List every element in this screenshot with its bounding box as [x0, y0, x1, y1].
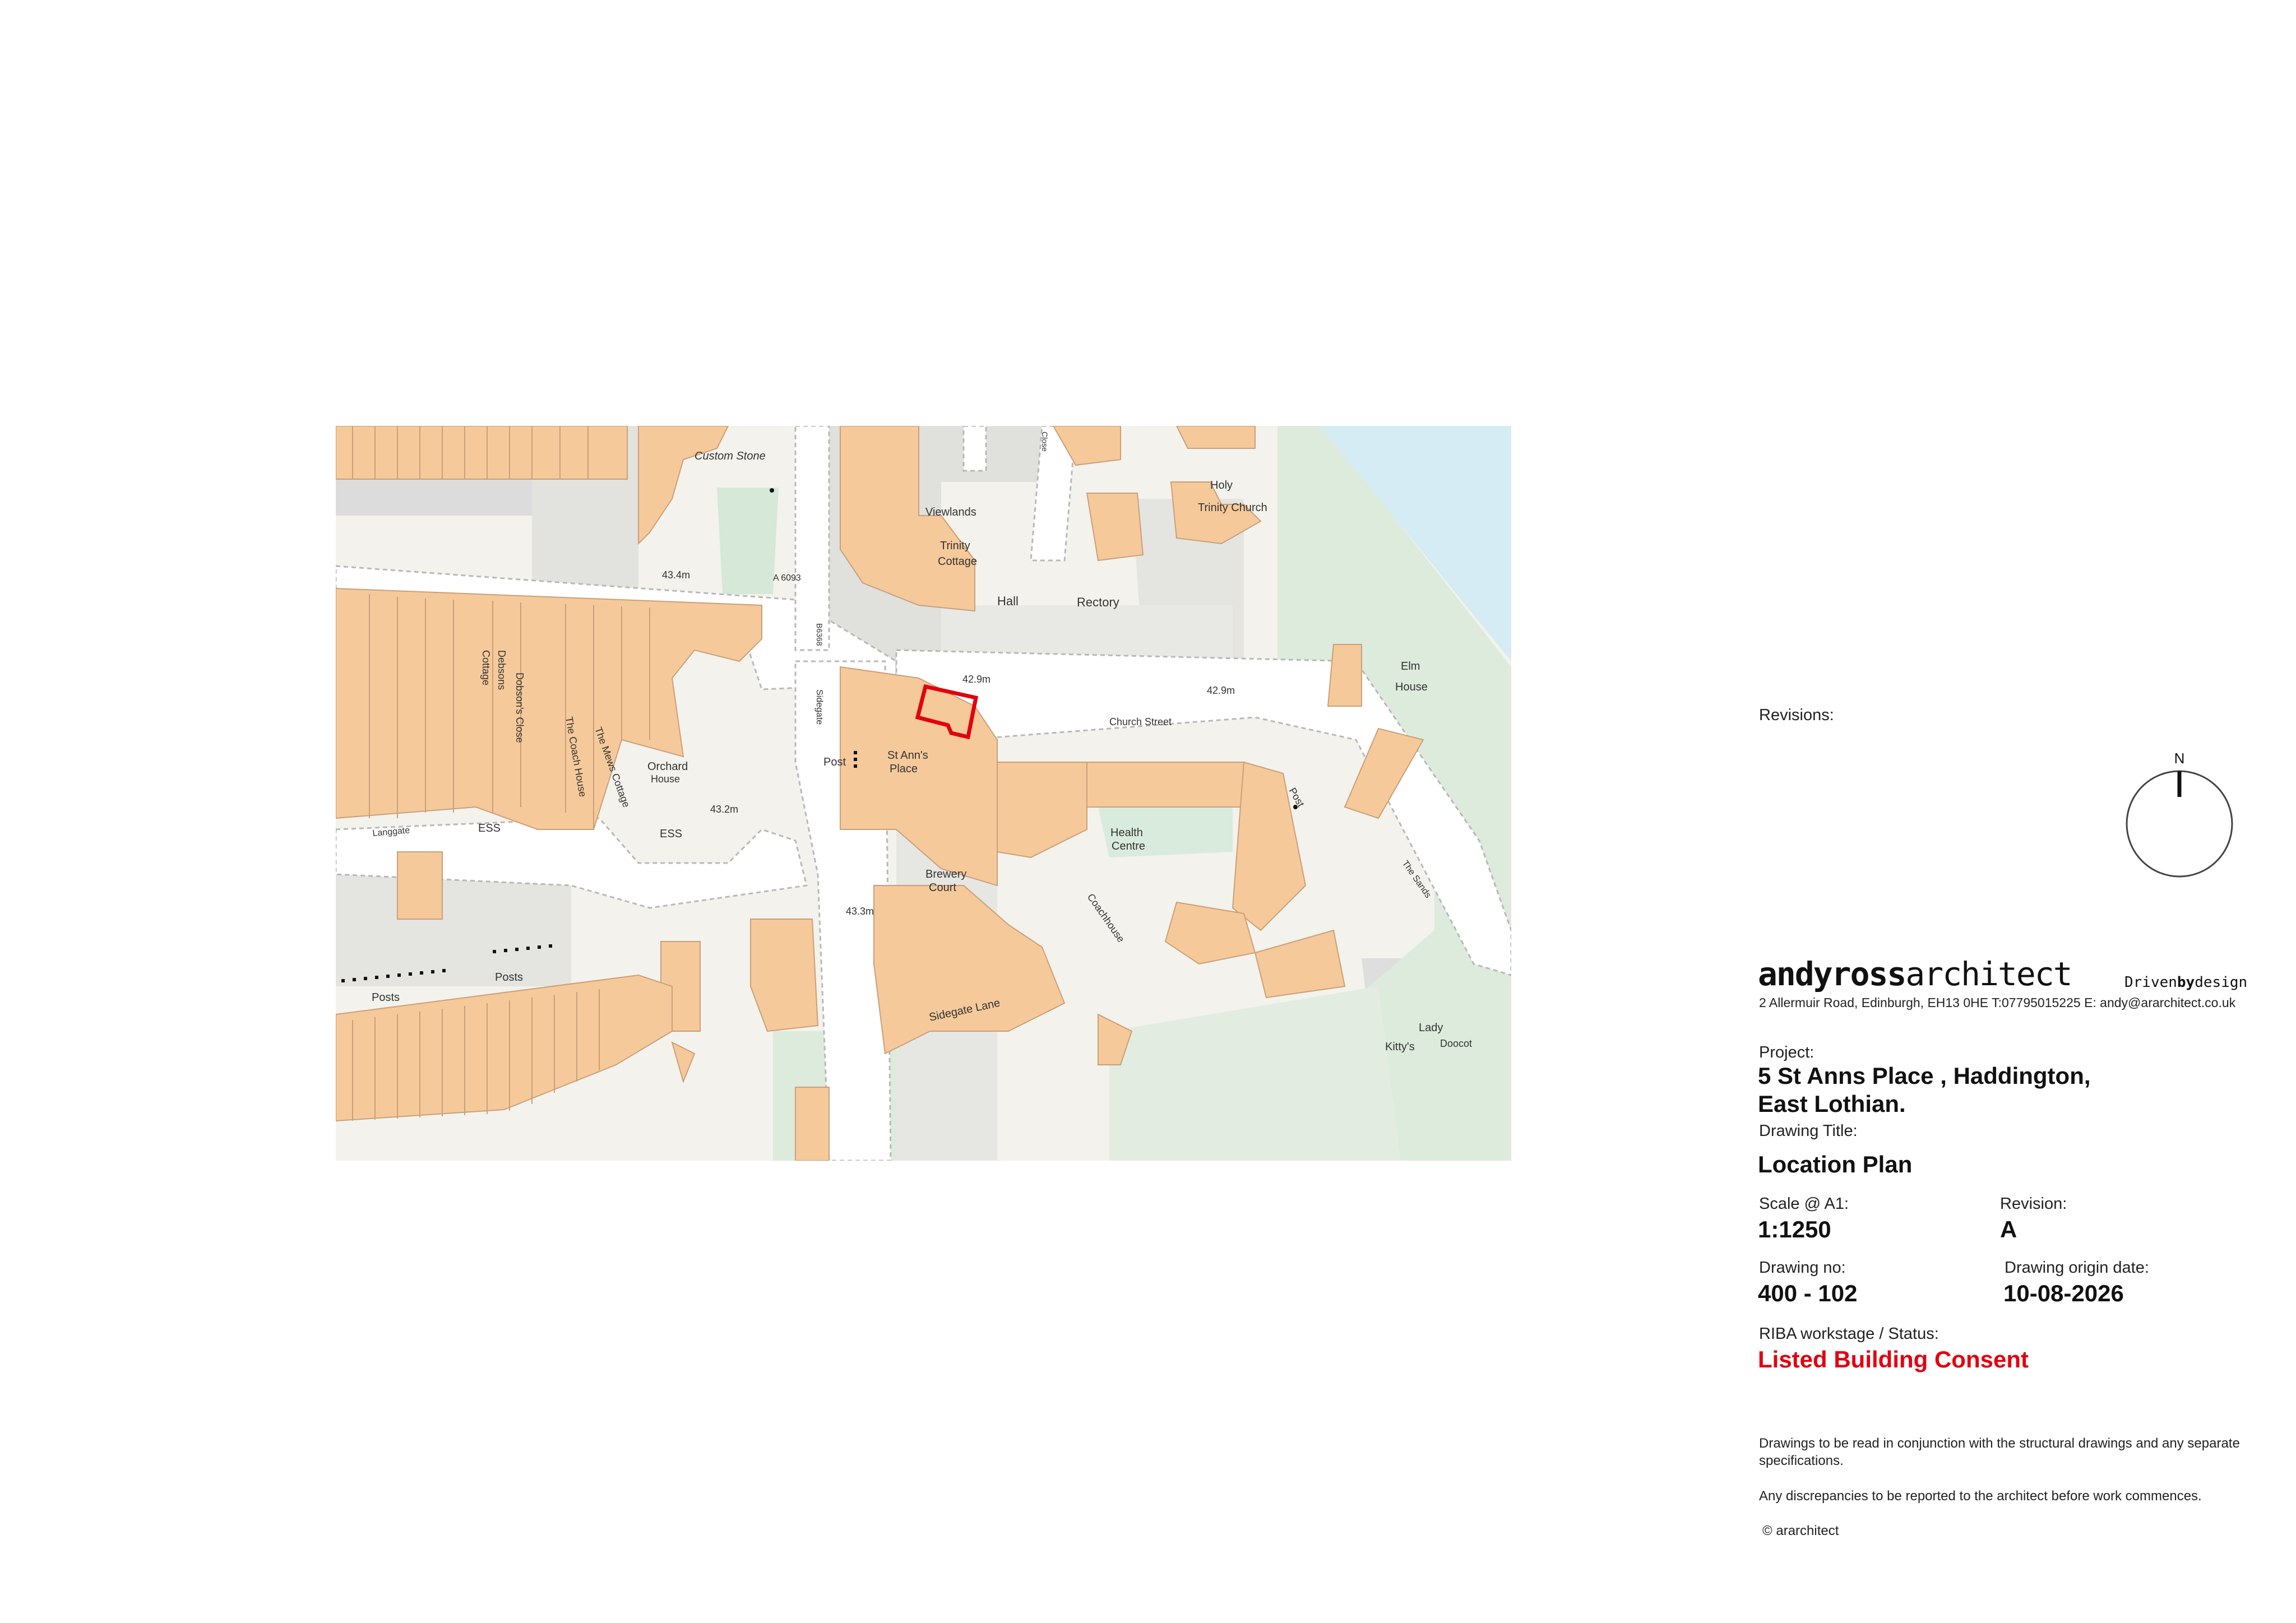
north-label: N — [2174, 751, 2185, 767]
tagline-by: by — [2177, 974, 2195, 991]
label-centre: Centre — [1112, 840, 1145, 852]
label-cottage: Cottage — [938, 555, 977, 568]
label-hall: Hall — [997, 594, 1019, 608]
label-trinity-church: Trinity Church — [1198, 502, 1267, 514]
label-kittys: Kitty's — [1385, 1041, 1415, 1053]
label-place: Place — [890, 763, 918, 775]
label-b6368: B6368 — [815, 623, 824, 646]
label-sidegate: Sidegate — [814, 689, 824, 725]
label-health: Health — [1110, 827, 1143, 839]
brand-tagline: Drivenbydesign — [2124, 974, 2247, 991]
label-orchard-house: House — [651, 773, 680, 785]
brand-light: architect — [1905, 955, 2072, 993]
label-level-432: 43.2m — [710, 804, 738, 815]
revision-label: Revision: — [2000, 1195, 2067, 1213]
label-level-433: 43.3m — [846, 906, 874, 917]
label-debsons: Debsons — [496, 650, 507, 690]
project-line2: East Lothian. — [1758, 1091, 1906, 1117]
scale-value: 1:1250 — [1758, 1216, 1831, 1242]
address-line: 2 Allermuir Road, Edinburgh, EH13 0HE T:… — [1759, 995, 2236, 1010]
note-structural: Drawings to be read in conjunction with … — [1759, 1436, 2240, 1468]
label-court: Court — [929, 882, 956, 894]
label-trinity: Trinity — [940, 540, 970, 552]
label-viewlands: Viewlands — [925, 506, 976, 518]
label-lady: Lady — [1419, 1022, 1443, 1034]
drawing-title-label: Drawing Title: — [1759, 1122, 1858, 1140]
origin-date-label: Drawing origin date: — [2005, 1259, 2149, 1277]
origin-date-value: 10-08-2026 — [2003, 1280, 2124, 1306]
north-arrow: N — [2126, 751, 2233, 878]
label-cottage-v: Cottage — [480, 650, 492, 685]
label-doocot: Doocot — [1440, 1038, 1472, 1049]
label-elm-house: House — [1395, 681, 1428, 693]
tagline-driven: Driven — [2124, 974, 2177, 991]
label-ess-1: ESS — [478, 822, 501, 834]
label-level-429b: 42.9m — [1207, 685, 1235, 696]
label-dobsons-close: Dobson's Close — [514, 673, 525, 743]
label-orchard: Orchard — [647, 761, 688, 773]
label-church-street: Church Street — [1109, 716, 1172, 727]
label-rectory: Rectory — [1077, 595, 1119, 609]
brand-logo: andyrossarchitect — [1758, 955, 2073, 993]
label-st-anns: St Ann's — [887, 749, 928, 762]
label-level-434: 43.4m — [662, 569, 690, 581]
label-a6093: A 6093 — [773, 573, 801, 583]
status-label: RIBA workstage / Status: — [1759, 1325, 1939, 1343]
note-discrepancies: Any discrepancies to be reported to the … — [1759, 1488, 2202, 1504]
label-brewery: Brewery — [925, 868, 966, 880]
label-level-429a: 42.9m — [962, 674, 990, 685]
label-post: Post — [823, 756, 846, 768]
drawing-title: Location Plan — [1758, 1151, 1913, 1177]
brand-bold: andyross — [1758, 955, 1906, 993]
drawing-no-label: Drawing no: — [1759, 1259, 1846, 1277]
revisions-label: Revisions: — [1759, 706, 1834, 724]
location-map: Custom Stone Viewlands Trinity Cottage H… — [336, 426, 1511, 1161]
label-custom-stone: Custom Stone — [695, 450, 766, 462]
drawing-no-value: 400 - 102 — [1758, 1280, 1858, 1306]
project-line1: 5 St Anns Place , Haddington, — [1758, 1063, 2091, 1089]
tagline-design: design — [2195, 974, 2248, 991]
label-posts-2: Posts — [495, 971, 523, 984]
label-elm: Elm — [1401, 660, 1420, 673]
label-ess-2: ESS — [660, 828, 682, 840]
project-label: Project: — [1759, 1044, 1814, 1061]
label-close: Close — [1040, 432, 1049, 452]
revision-value: A — [2000, 1216, 2017, 1242]
label-holy: Holy — [1210, 479, 1233, 491]
label-posts-1: Posts — [372, 991, 400, 1004]
scale-label: Scale @ A1: — [1759, 1195, 1849, 1213]
status-value: Listed Building Consent — [1758, 1346, 2029, 1372]
copyright: © ararchitect — [1762, 1523, 1839, 1538]
